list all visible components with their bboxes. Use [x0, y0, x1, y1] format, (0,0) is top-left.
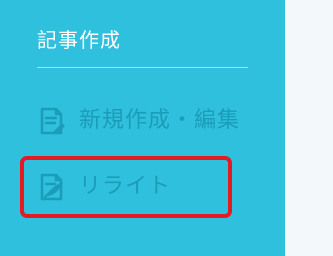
document-edit-icon [40, 107, 65, 135]
sidebar-item-label: 新規作成・編集 [79, 108, 241, 133]
highlight-box [20, 156, 232, 218]
sidebar-item-new-edit[interactable]: 新規作成・編集 [37, 104, 240, 138]
content-area [285, 0, 333, 256]
section-title: 記事作成 [37, 28, 121, 52]
sidebar: 記事作成 新規作成・編集 リライト [0, 0, 285, 256]
section-divider [37, 67, 248, 68]
